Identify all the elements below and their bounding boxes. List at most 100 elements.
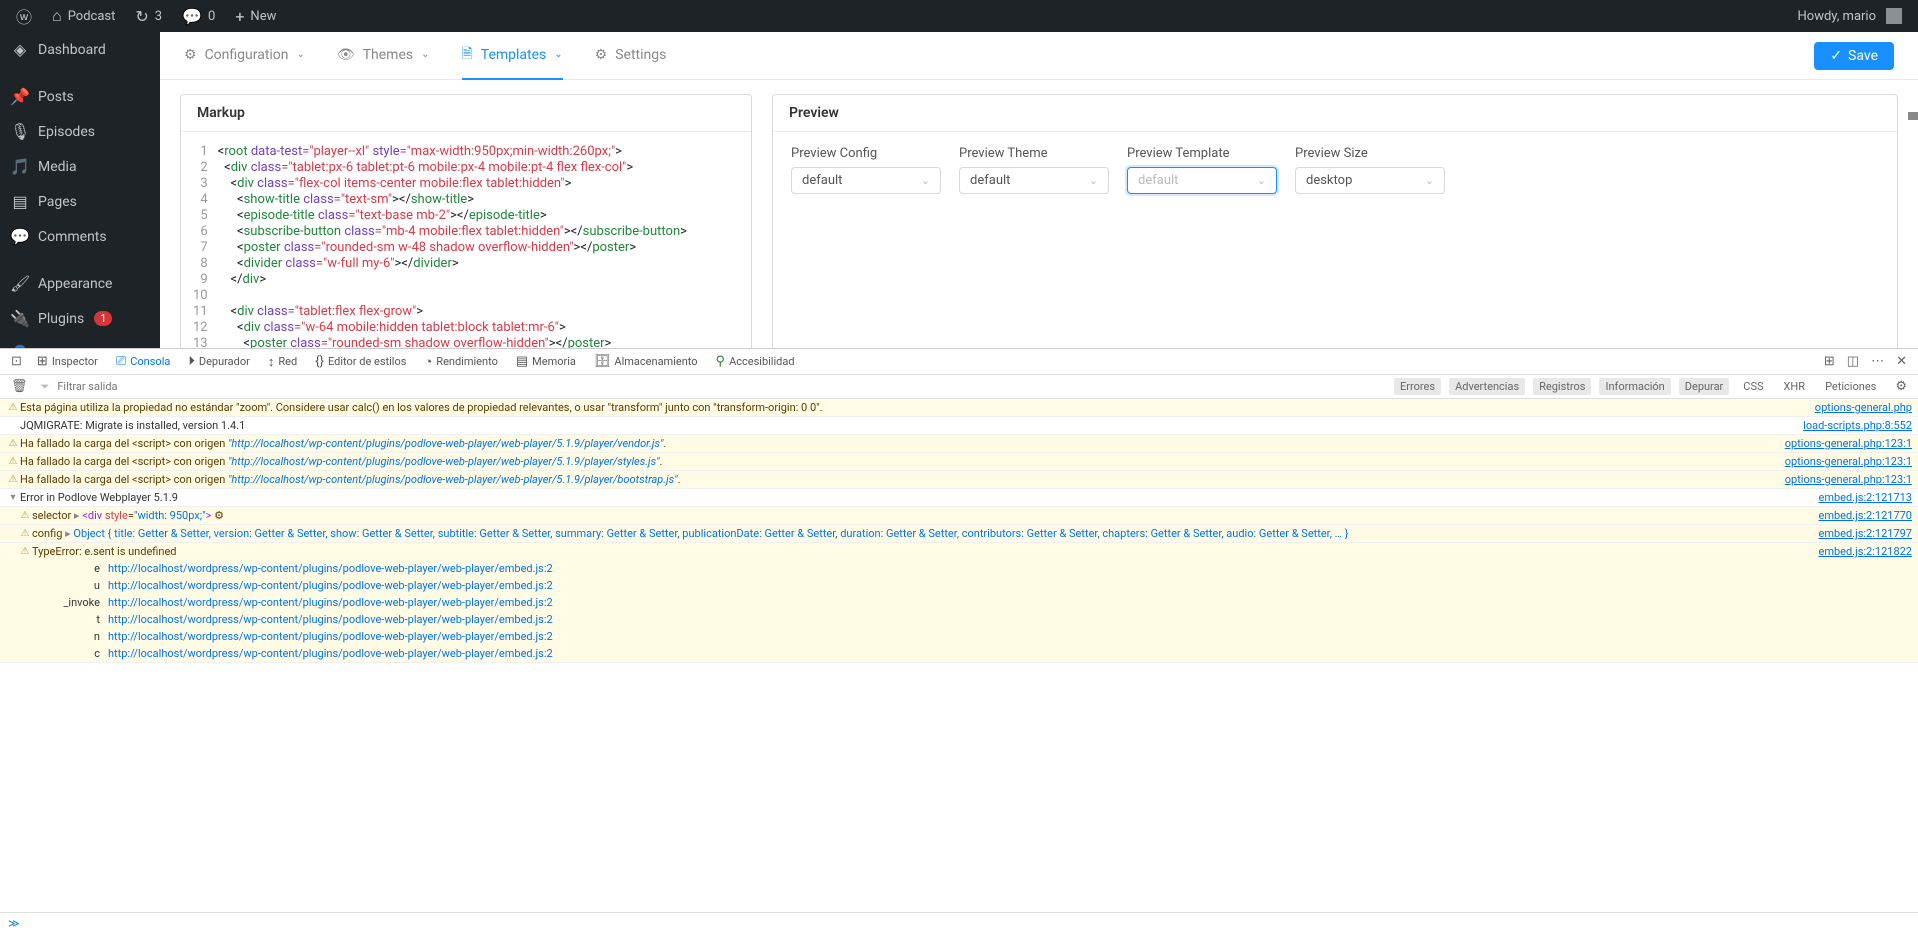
page-icon: ▤ (10, 192, 30, 211)
memory-icon: ▤ (516, 354, 528, 369)
preview-theme-select[interactable]: default⌄ (959, 167, 1109, 194)
devtools-toolbar: ⊡ ⊞Inspector ⎚Consola ⏵Depurador ↕Red {}… (0, 349, 1918, 375)
warning-icon: ⚠ (18, 543, 32, 560)
tab-label: Inspector (52, 355, 98, 368)
devtools-tab-style[interactable]: {}Editor de estilos (307, 351, 414, 372)
menu-appearance[interactable]: 🖌Appearance (0, 266, 160, 301)
filter-css[interactable]: CSS (1737, 378, 1769, 395)
trash-icon[interactable]: 🗑 (6, 376, 33, 397)
tab-templates[interactable]: 🗎Templates⌄ (462, 32, 563, 80)
preview-template-select[interactable]: default⌄ (1127, 167, 1277, 194)
menu-label: Media (38, 159, 77, 175)
tab-settings[interactable]: ⚙Settings (595, 32, 667, 80)
menu-posts[interactable]: 📌Posts (0, 79, 160, 114)
tab-label: Memoria (532, 355, 576, 368)
console-row[interactable]: ⚠TypeError: e.sent is undefinedembed.js:… (0, 543, 1918, 663)
tab-themes[interactable]: 👁Themes⌄ (337, 32, 430, 80)
menu-pages[interactable]: ▤Pages (0, 184, 160, 219)
warning-icon: ⚠ (18, 525, 32, 542)
devtools-tab-console[interactable]: ⎚Consola (108, 351, 179, 372)
wp-logo[interactable]: ⓦ (8, 0, 40, 32)
console-row[interactable]: ⚠selector ▸ <div style="width: 950px;"> … (0, 507, 1918, 525)
console-row[interactable]: ⚠config ▸ Object { title: Getter & Sette… (0, 525, 1918, 543)
menu-comments[interactable]: 💬Comments (0, 219, 160, 254)
menu-label: Dashboard (38, 42, 106, 58)
menu-dashboard[interactable]: ◈Dashboard (0, 32, 160, 67)
devtools-tab-memory[interactable]: ▤ Memoria (508, 351, 584, 372)
menu-plugins[interactable]: 🔌Plugins1 (0, 301, 160, 336)
console-row[interactable]: ⚠Ha fallado la carga del <script> con or… (0, 435, 1918, 453)
updates[interactable]: ↻3 (127, 0, 170, 32)
devtools-tab-debugger[interactable]: ⏵Depurador (180, 351, 258, 372)
filter-xhr[interactable]: XHR (1778, 378, 1812, 395)
close-icon[interactable]: ✕ (1891, 351, 1912, 372)
media-icon: 🎵 (10, 157, 30, 176)
source-link[interactable]: load-scripts.php:8:552 (1803, 417, 1912, 434)
scrollbar-thumb[interactable] (1908, 112, 1918, 120)
tab-configuration[interactable]: ⚙Configuration⌄ (184, 32, 305, 80)
save-button[interactable]: ✓Save (1814, 42, 1894, 70)
preview-theme-field: Preview Theme default⌄ (959, 146, 1109, 194)
source-link[interactable]: options-general.php (1815, 399, 1912, 416)
console-msg: selector ▸ <div style="width: 950px;"> ⚙ (32, 507, 1808, 524)
my-account[interactable]: Howdy, mario (1790, 0, 1911, 32)
select-value: default (802, 173, 842, 188)
console-row[interactable]: ⚠Ha fallado la carga del <script> con or… (0, 471, 1918, 489)
console-row[interactable]: ⚠Esta página utiliza la propiedad no est… (0, 399, 1918, 417)
menu-label: Appearance (38, 276, 112, 292)
pick-element-icon[interactable]: ⊡ (6, 351, 27, 372)
console-msg: JQMIGRATE: Migrate is installed, version… (20, 417, 1793, 434)
source-link[interactable]: embed.js:2:121770 (1818, 507, 1912, 524)
filter-info[interactable]: Información (1599, 378, 1670, 395)
line-gutter: 12345678910111213 (189, 144, 218, 348)
tab-label: Depurador (199, 355, 250, 368)
warning-icon: ⚠ (6, 471, 20, 488)
devtools-tab-performance[interactable]: ◔Rendimiento (416, 351, 505, 373)
menu-label: Episodes (38, 124, 95, 140)
source-link[interactable]: embed.js:2:121822 (1818, 543, 1912, 560)
responsive-icon[interactable]: ⊞ (1819, 351, 1840, 372)
filter-warnings[interactable]: Advertencias (1449, 378, 1525, 395)
console-row[interactable]: ⚠Ha fallado la carga del <script> con or… (0, 453, 1918, 471)
updates-count: 3 (155, 9, 162, 24)
more-icon[interactable]: ⋯ (1866, 351, 1889, 372)
source-link[interactable]: options-general.php:123:1 (1785, 453, 1912, 470)
source-link[interactable]: embed.js:2:121713 (1818, 489, 1912, 506)
menu-media[interactable]: 🎵 Media (0, 149, 160, 184)
menu-episodes[interactable]: 🎙Episodes (0, 114, 160, 149)
chevron-down-icon: ⌄ (554, 49, 562, 60)
tab-label: Consola (130, 355, 170, 368)
console-row[interactable]: ▾Error in Podlove Webplayer 5.1.9embed.j… (0, 489, 1918, 507)
filter-logs[interactable]: Registros (1533, 378, 1591, 395)
comments[interactable]: 💬0 (174, 0, 223, 32)
devtools-tab-inspector[interactable]: ⊞Inspector (29, 351, 106, 372)
filter-requests[interactable]: Peticiones (1819, 378, 1882, 395)
new-content[interactable]: +New (227, 0, 284, 32)
console-row[interactable]: JQMIGRATE: Migrate is installed, version… (0, 417, 1918, 435)
console-input[interactable]: ≫ (0, 912, 1918, 934)
menu-users[interactable]: 👤Users (0, 336, 160, 348)
chevron-down-icon: ⌄ (1089, 174, 1098, 187)
code-editor[interactable]: 12345678910111213 <root data-test="playe… (181, 132, 751, 348)
preview-config-select[interactable]: default⌄ (791, 167, 941, 194)
settings-gear-icon[interactable]: ⚙ (1890, 376, 1912, 397)
site-name[interactable]: ⌂Podcast (44, 0, 123, 32)
source-link[interactable]: options-general.php:123:1 (1785, 435, 1912, 452)
preview-panel: Preview Preview Config default⌄ Preview … (772, 94, 1898, 348)
source-link[interactable]: embed.js:2:121797 (1818, 525, 1912, 542)
expand-icon[interactable]: ▾ (6, 489, 20, 506)
filter-debug[interactable]: Depurar (1679, 378, 1730, 395)
filter-input[interactable] (57, 380, 257, 393)
devtools-tab-accessibility[interactable]: ⚲Accesibilidad (708, 351, 803, 372)
eye-icon: 👁 (337, 47, 355, 63)
filter-errors[interactable]: Errores (1394, 378, 1441, 395)
warning-icon: ⚠ (18, 507, 32, 524)
devtools-tab-storage[interactable]: 🗄Almacenamiento (586, 351, 706, 372)
main-content: ⚙Configuration⌄ 👁Themes⌄ 🗎Templates⌄ ⚙Se… (160, 32, 1918, 348)
source-link[interactable]: options-general.php:123:1 (1785, 471, 1912, 488)
a11y-icon: ⚲ (716, 354, 726, 369)
dock-icon[interactable]: ◫ (1842, 351, 1864, 372)
comments-count: 0 (208, 9, 215, 24)
devtools-tab-network[interactable]: ↕Red (260, 351, 305, 373)
preview-size-select[interactable]: desktop⌄ (1295, 167, 1445, 194)
